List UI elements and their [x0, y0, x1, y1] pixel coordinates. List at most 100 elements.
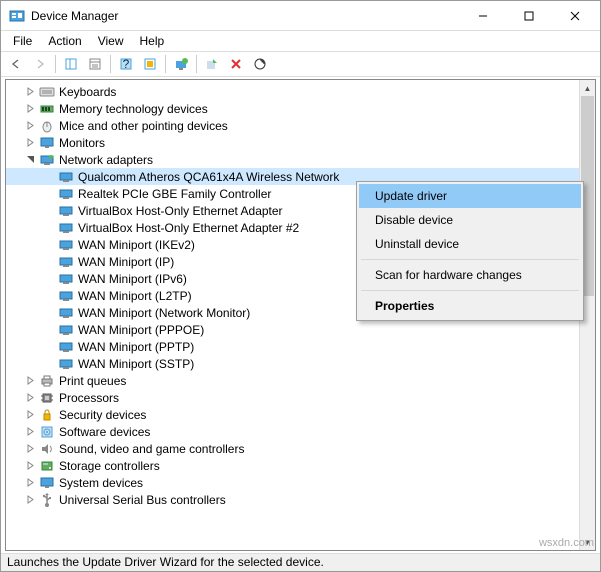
tree-category-label: Print queues	[59, 374, 126, 388]
context-menu-item[interactable]: Disable device	[359, 208, 581, 232]
expand-icon[interactable]	[24, 102, 37, 115]
keyboard-icon	[39, 84, 55, 100]
network-adapter-icon	[58, 288, 74, 304]
tree-device-label: VirtualBox Host-Only Ethernet Adapter #2	[78, 221, 299, 235]
tree-device-label: Qualcomm Atheros QCA61x4A Wireless Netwo…	[78, 170, 339, 184]
tree-device[interactable]: WAN Miniport (PPTP)	[6, 338, 595, 355]
tree-category[interactable]: Software devices	[6, 423, 595, 440]
help-button[interactable]: ?	[115, 53, 137, 75]
network-adapter-icon	[58, 220, 74, 236]
expand-icon[interactable]	[24, 442, 37, 455]
tree-category-label: Network adapters	[59, 153, 153, 167]
update-driver-button[interactable]	[170, 53, 192, 75]
tree-device[interactable]: WAN Miniport (SSTP)	[6, 355, 595, 372]
tree-category[interactable]: Universal Serial Bus controllers	[6, 491, 595, 508]
tree-device-label: WAN Miniport (IKEv2)	[78, 238, 195, 252]
tree-category-label: Sound, video and game controllers	[59, 442, 244, 456]
sound-icon	[39, 441, 55, 457]
context-menu-item[interactable]: Properties	[359, 294, 581, 318]
tree-device-label: WAN Miniport (PPPOE)	[78, 323, 204, 337]
back-button[interactable]	[5, 53, 27, 75]
forward-button[interactable]	[29, 53, 51, 75]
tree-category-label: System devices	[59, 476, 143, 490]
tree-device-label: WAN Miniport (L2TP)	[78, 289, 192, 303]
tree-category-label: Memory technology devices	[59, 102, 208, 116]
expand-icon[interactable]	[24, 459, 37, 472]
tree-category[interactable]: Network adapters	[6, 151, 595, 168]
monitor-icon	[39, 135, 55, 151]
printer-icon	[39, 373, 55, 389]
scroll-up-arrow[interactable]: ▲	[580, 80, 595, 96]
window-controls	[460, 1, 598, 31]
window-title: Device Manager	[31, 9, 460, 23]
cpu-icon	[39, 390, 55, 406]
expand-icon[interactable]	[24, 408, 37, 421]
expand-icon[interactable]	[24, 425, 37, 438]
expand-icon[interactable]	[24, 85, 37, 98]
network-adapter-icon	[58, 271, 74, 287]
show-hide-console-button[interactable]	[60, 53, 82, 75]
network-icon	[39, 152, 55, 168]
collapse-icon[interactable]	[24, 153, 37, 166]
tree-category-label: Monitors	[59, 136, 105, 150]
menu-file[interactable]: File	[5, 32, 40, 50]
tree-category[interactable]: Processors	[6, 389, 595, 406]
svg-text:?: ?	[123, 57, 130, 71]
menu-help[interactable]: Help	[132, 32, 173, 50]
tree-category-label: Keyboards	[59, 85, 116, 99]
tree-device[interactable]: WAN Miniport (PPPOE)	[6, 321, 595, 338]
action-button[interactable]	[139, 53, 161, 75]
toolbar-separator	[196, 55, 197, 73]
watermark: wsxdn.com	[539, 537, 594, 549]
context-menu-separator	[361, 259, 579, 260]
network-adapter-icon	[58, 186, 74, 202]
menu-view[interactable]: View	[90, 32, 132, 50]
tree-category[interactable]: Security devices	[6, 406, 595, 423]
context-menu: Update driverDisable deviceUninstall dev…	[356, 181, 584, 321]
network-adapter-icon	[58, 356, 74, 372]
toolbar-separator	[165, 55, 166, 73]
tree-category[interactable]: Keyboards	[6, 83, 595, 100]
expand-icon[interactable]	[24, 119, 37, 132]
network-adapter-icon	[58, 237, 74, 253]
close-button[interactable]	[552, 1, 598, 31]
tree-category[interactable]: Storage controllers	[6, 457, 595, 474]
network-adapter-icon	[58, 169, 74, 185]
expand-icon[interactable]	[24, 476, 37, 489]
network-adapter-icon	[58, 339, 74, 355]
context-menu-separator	[361, 290, 579, 291]
expand-icon[interactable]	[24, 374, 37, 387]
security-icon	[39, 407, 55, 423]
expand-icon[interactable]	[24, 493, 37, 506]
properties-button[interactable]	[84, 53, 106, 75]
minimize-button[interactable]	[460, 1, 506, 31]
network-adapter-icon	[58, 254, 74, 270]
tree-device-label: WAN Miniport (IPv6)	[78, 272, 187, 286]
tree-category[interactable]: Monitors	[6, 134, 595, 151]
titlebar: Device Manager	[1, 1, 600, 31]
tree-category[interactable]: Sound, video and game controllers	[6, 440, 595, 457]
tree-category-label: Storage controllers	[59, 459, 160, 473]
context-menu-item[interactable]: Uninstall device	[359, 232, 581, 256]
toolbar: ?	[1, 51, 600, 77]
network-adapter-icon	[58, 305, 74, 321]
context-menu-item[interactable]: Update driver	[359, 184, 581, 208]
enable-device-button[interactable]	[201, 53, 223, 75]
expand-icon[interactable]	[24, 391, 37, 404]
expand-icon[interactable]	[24, 136, 37, 149]
tree-category-label: Mice and other pointing devices	[59, 119, 228, 133]
maximize-button[interactable]	[506, 1, 552, 31]
tree-category[interactable]: Mice and other pointing devices	[6, 117, 595, 134]
menu-action[interactable]: Action	[40, 32, 89, 50]
tree-category[interactable]: Print queues	[6, 372, 595, 389]
mouse-icon	[39, 118, 55, 134]
tree-category[interactable]: System devices	[6, 474, 595, 491]
storage-icon	[39, 458, 55, 474]
context-menu-item[interactable]: Scan for hardware changes	[359, 263, 581, 287]
tree-category[interactable]: Memory technology devices	[6, 100, 595, 117]
scan-hardware-button[interactable]	[249, 53, 271, 75]
tree-category-label: Universal Serial Bus controllers	[59, 493, 226, 507]
toolbar-separator	[55, 55, 56, 73]
uninstall-device-button[interactable]	[225, 53, 247, 75]
system-icon	[39, 475, 55, 491]
